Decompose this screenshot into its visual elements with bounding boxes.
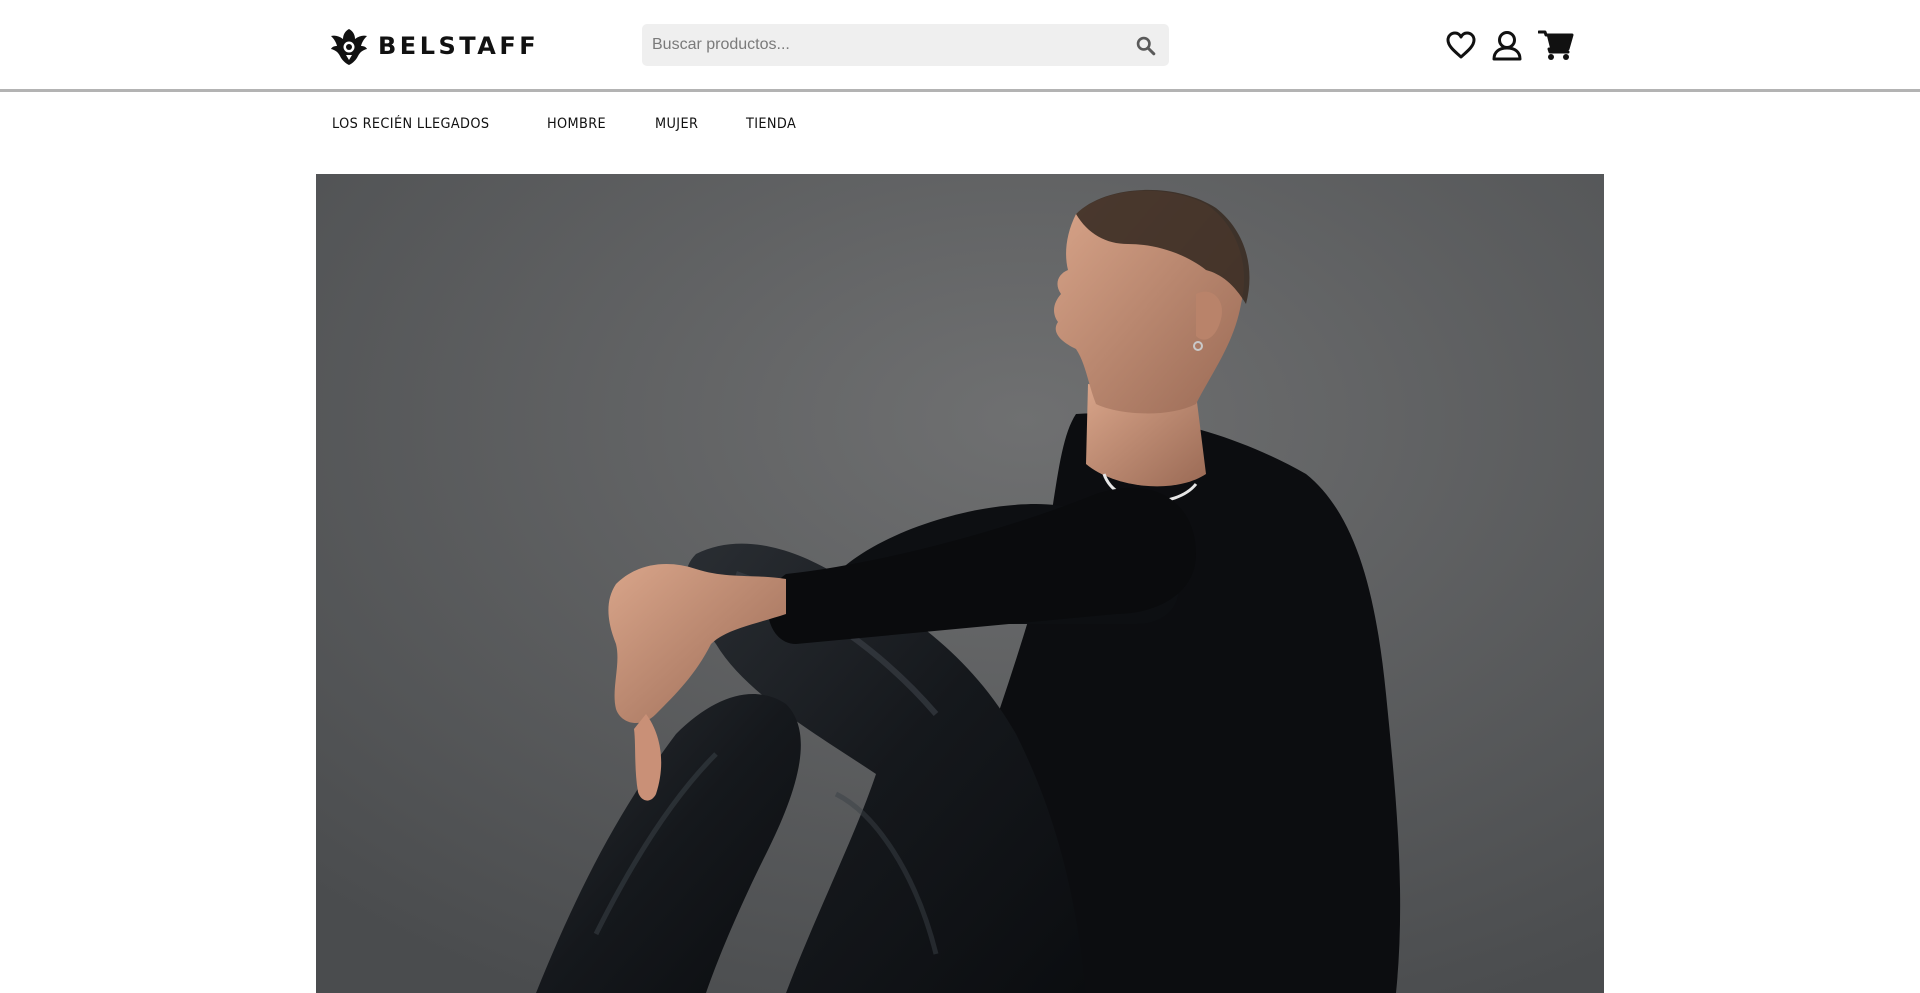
- phoenix-icon: [330, 25, 368, 67]
- hero-photo-model: [316, 174, 1604, 993]
- header-actions: [1445, 26, 1575, 64]
- user-icon[interactable]: [1491, 27, 1523, 63]
- nav-item-new-arrivals[interactable]: LOS RECIÉN LLEGADOS: [332, 116, 489, 132]
- nav-item-men[interactable]: HOMBRE: [547, 116, 606, 132]
- search-input[interactable]: [642, 24, 1125, 66]
- cart-icon[interactable]: [1537, 27, 1575, 63]
- brand-name: BELSTAFF: [378, 32, 540, 60]
- nav-item-shop[interactable]: TIENDA: [746, 116, 796, 132]
- search-bar: [642, 24, 1169, 66]
- heart-icon[interactable]: [1445, 27, 1477, 63]
- site-header: BELSTAFF: [0, 0, 1920, 92]
- nav-item-women[interactable]: MUJER: [655, 116, 698, 132]
- hero-image[interactable]: [316, 174, 1604, 993]
- search-icon[interactable]: [1125, 24, 1165, 66]
- brand-logo[interactable]: BELSTAFF: [330, 25, 539, 67]
- main-nav: LOS RECIÉN LLEGADOS HOMBRE MUJER TIENDA: [332, 114, 845, 134]
